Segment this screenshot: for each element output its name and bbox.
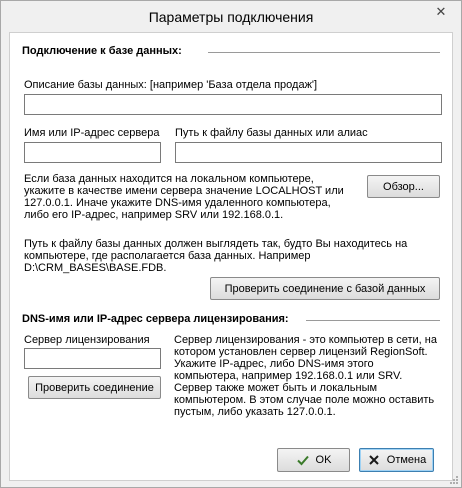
cancel-button-label: Отмена [386,454,427,466]
license-hint-line: Сервер также может быть и локальным [174,382,378,394]
db-server-hint-line: укажите в качестве имени сервера значени… [24,185,344,197]
license-server-input[interactable] [24,348,161,369]
db-server-hint-line: либо его IP-адрес, например SRV или 192.… [24,209,284,221]
title-bar: Параметры подключения ✕ [1,1,461,32]
db-path-hint-line: D:\CRM_BASES\BASE.FDB. [24,262,167,274]
db-server-hint: Если база данных находится на локальном … [24,173,344,221]
db-server-hint-line: 127.0.0.1. Иначе укажите DNS-имя удаленн… [24,197,331,209]
check-license-connection-button[interactable]: Проверить соединение [28,376,161,399]
db-section-title: Подключение к базе данных: [22,45,182,57]
license-section-divider [306,320,440,321]
resize-grip-icon[interactable] [449,475,459,485]
license-hint-line: компьютером. В этом случае поле можно ос… [174,394,435,406]
db-server-hint-line: Если база данных находится на локальном … [24,173,314,185]
connection-settings-dialog: Параметры подключения ✕ Подключение к ба… [0,0,462,488]
license-section-title: DNS-имя или IP-адрес сервера лицензирова… [22,313,289,325]
db-path-hint-line: Путь к файлу базы данных должен выглядет… [24,238,408,250]
license-hint-line: котором установлен сервер лицензий Regio… [174,346,428,358]
db-path-hint-line: компьютере, где располагается база данны… [24,250,311,262]
browse-button[interactable]: Обзор... [367,175,440,198]
license-hint-line: Сервер лицензирования - это компьютер в … [174,334,437,346]
db-path-input[interactable] [175,142,442,163]
license-server-label: Сервер лицензирования [24,334,150,346]
db-server-input[interactable] [24,142,161,163]
cancel-button[interactable]: Отмена [359,448,434,472]
license-hint-line: компьютера, например 192.168.0.1 или SRV… [174,370,403,382]
db-description-label: Описание базы данных: [например 'База от… [24,79,318,91]
check-icon [296,455,309,466]
close-button[interactable]: ✕ [428,2,454,22]
license-hint-line: пустым, либо указать 127.0.0.1. [174,406,336,418]
x-icon [369,455,379,465]
db-path-hint: Путь к файлу базы данных должен выглядет… [24,238,407,274]
ok-button[interactable]: OK [277,448,350,472]
license-server-hint: Сервер лицензирования - это компьютер в … [174,334,437,418]
dialog-body: Подключение к базе данных: Описание базы… [9,32,453,481]
db-description-input[interactable] [24,94,442,115]
license-hint-line: Укажите IP-адрес, либо DNS-имя этого [174,358,374,370]
ok-button-label: OK [315,454,332,466]
db-section-divider [208,52,440,53]
dialog-title: Параметры подключения [148,9,314,25]
db-path-label: Путь к файлу базы данных или алиас [175,127,368,139]
check-db-connection-button[interactable]: Проверить соединение с базой данных [210,277,440,300]
db-server-label: Имя или IP-адрес сервера [24,127,160,139]
close-icon: ✕ [435,4,447,19]
